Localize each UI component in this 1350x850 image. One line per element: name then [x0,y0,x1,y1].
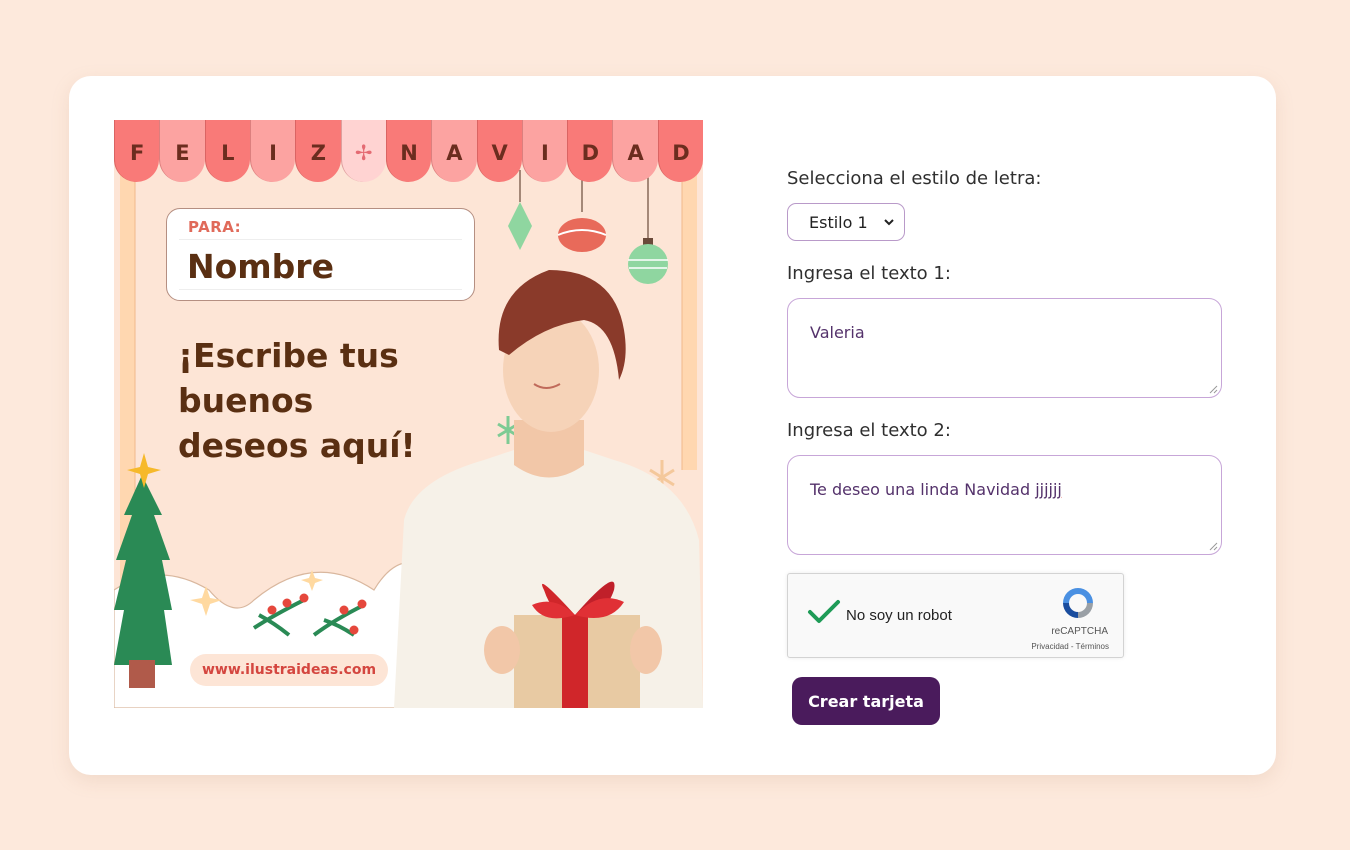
para-label: PARA: [188,218,242,236]
banner-flag: V [476,120,522,182]
banner-flag: I [521,120,568,182]
banner-flag: N [385,120,432,182]
recaptcha-widget: No soy un robot reCAPTCHA Privacidad - T… [787,573,1124,658]
banner-flag: D [657,120,703,182]
recipient-box: PARA: Nombre [166,208,475,301]
recaptcha-logo-icon [1063,588,1093,618]
banner-flag: ✢ [340,120,386,182]
text1-value: Valeria [810,323,865,342]
checkmark-icon[interactable] [807,599,841,625]
spellcheck-flagged-word: jjjjjj [1035,480,1062,499]
text1-label: Ingresa el texto 1: [787,263,951,284]
create-card-button[interactable]: Crear tarjeta [792,677,940,725]
text2-input[interactable]: Te deseo una linda Navidad jjjjjj [787,455,1222,555]
font-style-label: Selecciona el estilo de letra: [787,168,1042,189]
text1-input[interactable]: Valeria [787,298,1222,398]
captcha-brand: reCAPTCHA [1051,626,1108,637]
captcha-terms-link[interactable]: Privacidad - Términos [1031,642,1109,651]
banner-flag: I [249,120,296,182]
font-style-value: Estilo 1 [809,212,868,232]
captcha-label: No soy un robot [846,607,952,624]
font-style-select[interactable]: Estilo 1 [787,203,905,241]
banner-flag: A [431,120,477,182]
banner-flag: L [204,120,250,182]
website-label: www.ilustraideas.com [190,654,388,686]
recipient-name: Nombre [187,247,334,286]
card-preview: F E L I Z ✢ N A V I D A D PARA: Nombre ¡… [114,120,703,708]
text2-value: Te deseo una linda Navidad [810,480,1036,499]
resize-grip-icon[interactable] [1208,384,1218,394]
banner-flag: D [567,120,613,182]
banner-flag: Z [295,120,341,182]
resize-grip-icon[interactable] [1208,541,1218,551]
chevron-down-icon [884,219,894,226]
banner-flag: A [612,120,658,182]
text2-label: Ingresa el texto 2: [787,420,951,441]
banner-flag: E [159,120,205,182]
feliz-navidad-banner: F E L I Z ✢ N A V I D A D [114,120,703,182]
wishes-text: ¡Escribe tus buenos deseos aquí! [178,336,416,465]
banner-flag: F [114,120,160,182]
